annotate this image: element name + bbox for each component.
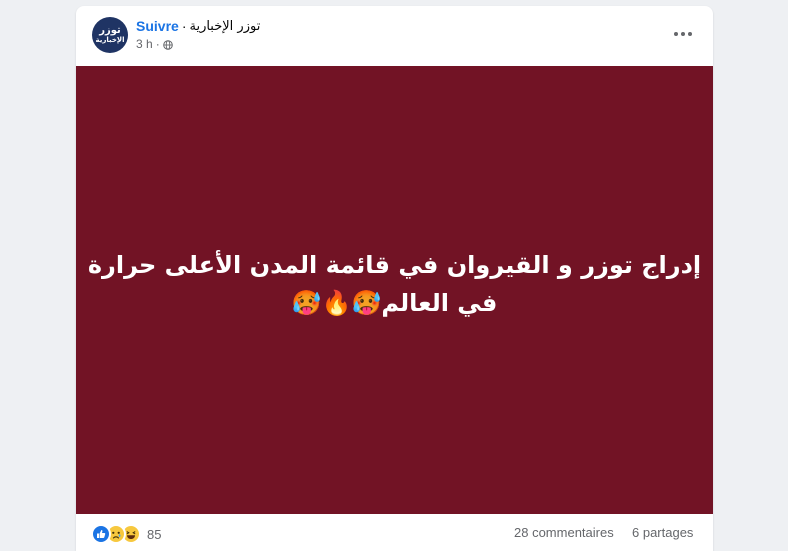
shares-count-link[interactable]: 6 partages [632,525,693,540]
page-avatar[interactable]: توزر الإخبارية [92,17,128,53]
post-text-line2: في العالم🥵🔥🥵 [291,289,498,317]
title-separator: · [181,18,187,34]
more-options-button[interactable] [668,20,698,46]
post-image[interactable]: إدراج توزر و القيروان في قائمة المدن الأ… [76,66,713,514]
post-timestamp[interactable]: 3 h [136,37,153,51]
post-footer: 85 28 commentaires 6 partages [76,514,713,551]
post-card: توزر الإخبارية Suivre · توزر الإخبارية 3… [76,6,713,551]
post-header: توزر الإخبارية Suivre · توزر الإخبارية 3… [76,6,713,66]
post-text: إدراج توزر و القيروان في قائمة المدن الأ… [76,246,713,322]
comments-count-link[interactable]: 28 commentaires [514,525,614,540]
post-text-line1: إدراج توزر و القيروان في قائمة المدن الأ… [87,251,702,279]
post-meta: 3 h · [136,37,173,51]
post-title-line: Suivre · توزر الإخبارية [136,17,260,35]
like-icon [91,524,111,544]
avatar-text-line2: الإخبارية [95,36,125,44]
follow-button[interactable]: Suivre [136,18,179,34]
reactions-summary[interactable]: 85 [91,524,161,544]
meta-separator: · [155,37,160,51]
avatar-text-line1: توزر [99,25,121,36]
page-name-link[interactable]: توزر الإخبارية [189,19,260,34]
reaction-count: 85 [147,526,162,542]
more-options-icon [673,24,693,42]
globe-icon [162,39,173,50]
